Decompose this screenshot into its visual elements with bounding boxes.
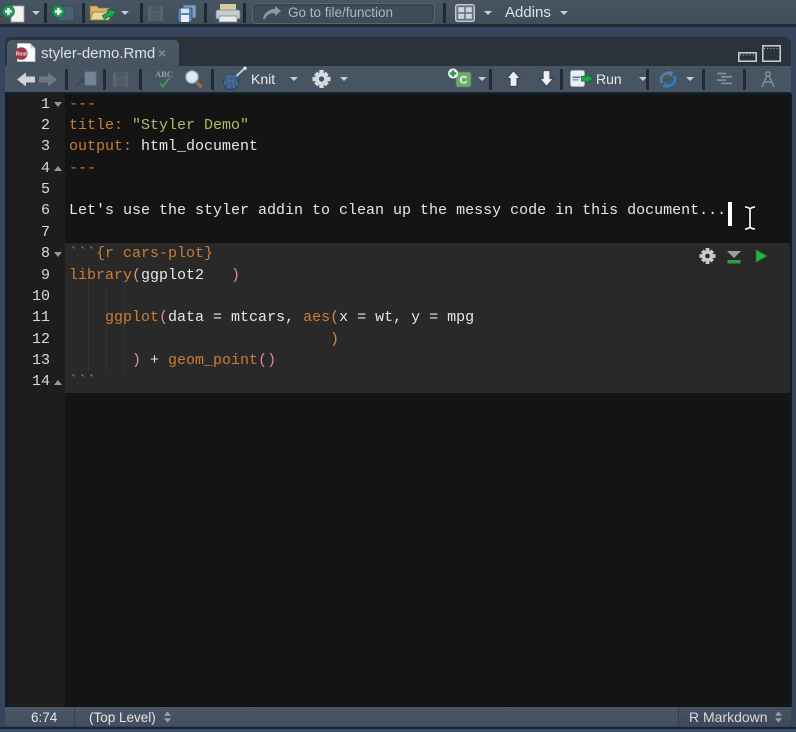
svg-text:Knit: Knit — [251, 71, 275, 87]
svg-text:ABC: ABC — [155, 69, 173, 79]
svg-text:Rmd: Rmd — [16, 52, 27, 58]
svg-text:C: C — [460, 75, 468, 87]
svg-text:Run: Run — [596, 71, 622, 87]
